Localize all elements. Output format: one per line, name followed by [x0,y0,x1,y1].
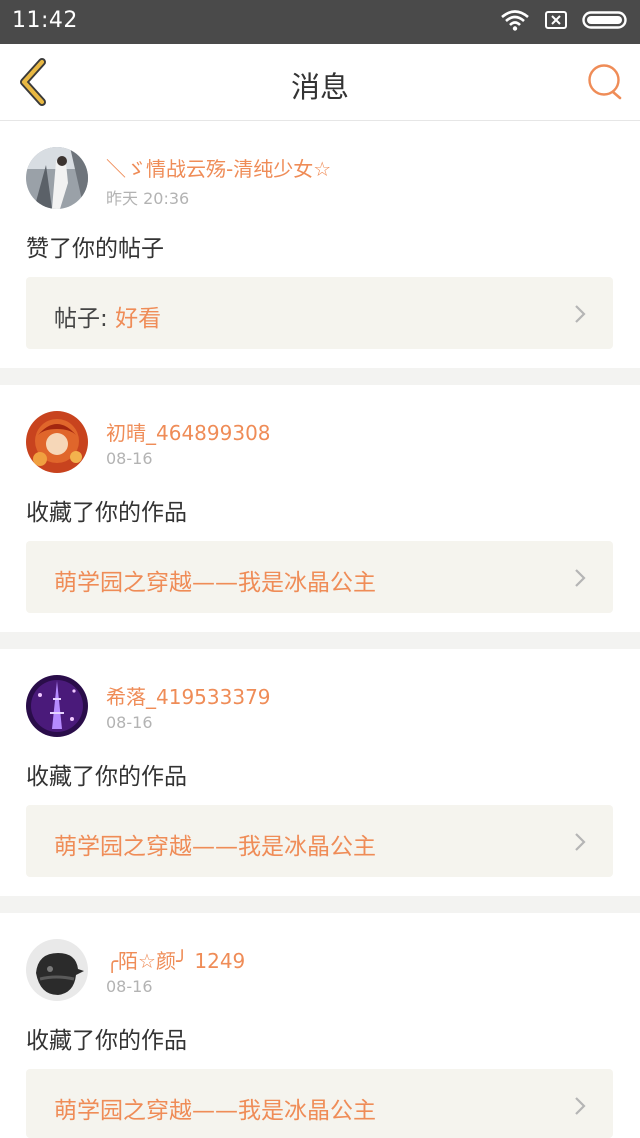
page-title: 消息 [290,70,349,104]
username[interactable]: 初晴_464899308 [106,417,271,446]
chevron-right-icon [575,305,586,323]
avatar[interactable] [26,939,88,1001]
chevron-right-icon [575,569,586,587]
ref-title: 萌学园之穿越——我是冰晶公主 [54,570,376,596]
ref-title: 萌学园之穿越——我是冰晶公主 [54,834,376,860]
message-card: ╭陌☆颜╯ 1249 08-16 收藏了你的作品 萌学园之穿越——我是冰晶公主 [0,913,640,1138]
avatar[interactable] [26,675,88,737]
referenced-work[interactable]: 萌学园之穿越——我是冰晶公主 [26,541,613,613]
status-icons [500,9,630,35]
ref-text: 帖子: 好看 [54,299,161,333]
no-sim-icon [544,9,568,35]
battery-icon [582,9,630,35]
referenced-work[interactable]: 萌学园之穿越——我是冰晶公主 [26,1069,613,1138]
avatar[interactable] [26,411,88,473]
search-button[interactable] [586,62,624,100]
chevron-right-icon [575,1097,586,1115]
message-action: 收藏了你的作品 [26,500,187,526]
message-date: 08-16 [106,713,153,732]
chevron-right-icon [575,833,586,851]
message-action: 赞了你的帖子 [26,236,164,262]
username[interactable]: ╭陌☆颜╯ 1249 [106,945,245,974]
message-card: ＼ゞ情战云殇-清纯少女☆ 昨天 20:36 赞了你的帖子 帖子: 好看 [0,121,640,368]
username[interactable]: ＼ゞ情战云殇-清纯少女☆ [106,153,331,182]
status-bar: 11:42 [0,0,640,44]
wifi-icon [500,9,530,35]
ref-title: 好看 [115,306,162,332]
referenced-post[interactable]: 帖子: 好看 [26,277,613,349]
top-bar: 消息 [0,44,640,121]
status-time: 11:42 [12,8,78,33]
message-card: 初晴_464899308 08-16 收藏了你的作品 萌学园之穿越——我是冰晶公… [0,385,640,632]
message-card: 希落_419533379 08-16 收藏了你的作品 萌学园之穿越——我是冰晶公… [0,649,640,896]
username[interactable]: 希落_419533379 [106,681,271,710]
message-action: 收藏了你的作品 [26,764,187,790]
message-action: 收藏了你的作品 [26,1028,187,1054]
message-date: 昨天 20:36 [106,189,190,208]
ref-prefix: 帖子: [54,306,116,332]
avatar[interactable] [26,147,88,209]
ref-text: 萌学园之穿越——我是冰晶公主 [54,1091,376,1125]
ref-text: 萌学园之穿越——我是冰晶公主 [54,827,376,861]
message-date: 08-16 [106,449,153,468]
referenced-work[interactable]: 萌学园之穿越——我是冰晶公主 [26,805,613,877]
ref-text: 萌学园之穿越——我是冰晶公主 [54,563,376,597]
search-icon [588,64,622,100]
message-date: 08-16 [106,977,153,996]
ref-title: 萌学园之穿越——我是冰晶公主 [54,1098,376,1124]
